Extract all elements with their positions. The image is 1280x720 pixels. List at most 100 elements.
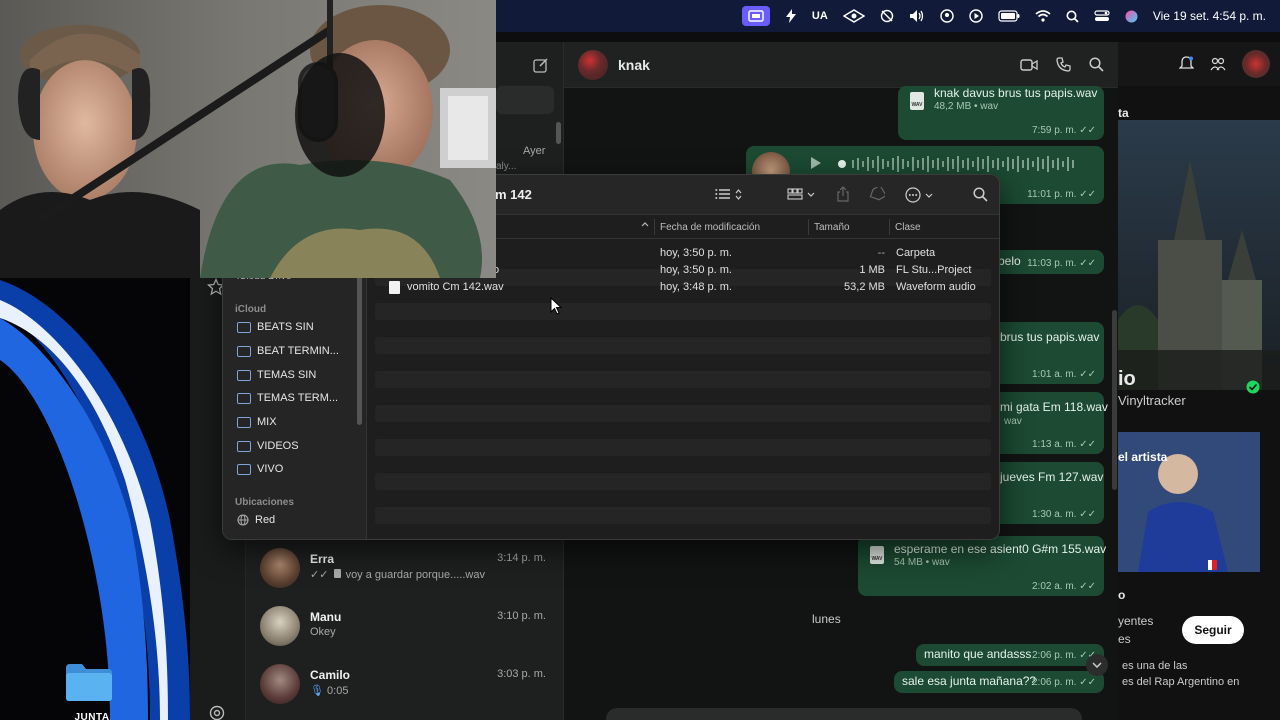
tag-icon[interactable] bbox=[869, 187, 885, 201]
message-file[interactable]: mi gata Em 118.wav wav 1:13 a. m. ✓✓ bbox=[990, 392, 1108, 454]
screen-record-icon[interactable] bbox=[741, 6, 770, 26]
sidebar-item-temas-term[interactable]: TEMAS TERM... bbox=[237, 392, 338, 404]
keyboard-layout-indicator[interactable]: UA bbox=[812, 6, 828, 26]
volume-icon[interactable] bbox=[909, 6, 925, 26]
message-body: belo bbox=[998, 254, 1021, 268]
wav-file-icon bbox=[870, 546, 884, 564]
more-actions-icon[interactable] bbox=[905, 187, 933, 203]
sidebar-item-label: VIVO bbox=[257, 463, 284, 475]
sidebar-item-label: Red bbox=[255, 514, 276, 526]
file-modified: hoy, 3:48 p. m. bbox=[660, 281, 732, 293]
menubar-clock[interactable]: Vie 19 set. 4:54 p. m. bbox=[1153, 6, 1266, 26]
message-text[interactable]: manito que andasss 2:06 p. m. ✓✓ bbox=[916, 644, 1104, 666]
column-divider bbox=[654, 219, 655, 235]
sidebar-item-vivo[interactable]: VIVO bbox=[237, 463, 283, 475]
sidebar-item-label: TEMAS TERM... bbox=[257, 392, 339, 404]
message-text[interactable]: belo 11:03 p. m. ✓✓ bbox=[990, 250, 1104, 274]
contact-avatar[interactable] bbox=[578, 49, 608, 80]
about-artist-card[interactable]: el artista bbox=[1118, 432, 1260, 572]
sidebar-item-beat-termin[interactable]: BEAT TERMIN... bbox=[237, 345, 339, 357]
sidebar-item-label: MIX bbox=[257, 416, 277, 428]
notifications-icon[interactable] bbox=[1179, 56, 1194, 72]
bolt-icon[interactable] bbox=[785, 6, 797, 26]
message-file[interactable]: brus tus papis.wav 1:01 a. m. ✓✓ bbox=[990, 322, 1104, 384]
chat-item-erra[interactable]: Erra ✓✓ voy a guardar porque.....wav 3:1… bbox=[258, 544, 554, 598]
message-time: 2:02 a. m. ✓✓ bbox=[1031, 581, 1096, 592]
day-separator: lunes bbox=[812, 612, 841, 626]
message-file[interactable]: esperame en ese asient0 G#m 155.wav 54 M… bbox=[858, 536, 1106, 596]
microphone-icon: 🎙 bbox=[310, 685, 324, 697]
desktop-folder-icon[interactable] bbox=[64, 662, 114, 702]
battery-icon[interactable] bbox=[998, 6, 1020, 26]
column-header-kind[interactable]: Clase bbox=[895, 222, 921, 233]
message-file[interactable]: knak davus brus tus papis.wav 48,2 MB • … bbox=[898, 86, 1104, 140]
chat-name: Camilo bbox=[310, 668, 351, 682]
share-icon[interactable] bbox=[837, 186, 849, 202]
profile-avatar[interactable] bbox=[1242, 50, 1270, 78]
message-file[interactable]: jueves Fm 127.wav 1:30 a. m. ✓✓ bbox=[990, 462, 1104, 524]
audio-file-icon bbox=[389, 281, 400, 294]
chat-preview-text: 0:05 bbox=[327, 685, 349, 697]
spotlight-search-icon[interactable] bbox=[1066, 6, 1079, 26]
folder-icon bbox=[237, 321, 251, 333]
chat-name: Manu bbox=[310, 610, 342, 624]
sync-icon[interactable] bbox=[842, 6, 865, 26]
chat-scrollbar[interactable] bbox=[1112, 310, 1117, 490]
finder-search-icon[interactable] bbox=[973, 187, 988, 202]
focus-icon[interactable] bbox=[880, 6, 894, 26]
settings-icon[interactable] bbox=[208, 704, 226, 720]
sidebar-item-videos[interactable]: VIDEOS bbox=[237, 440, 299, 452]
desktop-folder-label[interactable]: JUNTA bbox=[52, 712, 132, 720]
finder-sidebar-scrollbar[interactable] bbox=[357, 255, 362, 425]
message-input[interactable] bbox=[606, 708, 1082, 720]
friends-icon[interactable] bbox=[1210, 57, 1226, 71]
play-icon[interactable] bbox=[810, 156, 822, 170]
sort-chevron-icon[interactable] bbox=[641, 222, 649, 227]
artist-header-image bbox=[1118, 120, 1280, 390]
avatar bbox=[260, 548, 300, 588]
follow-button[interactable]: Seguir bbox=[1182, 616, 1244, 644]
column-header-modified[interactable]: Fecha de modificación bbox=[660, 222, 760, 233]
play-icon[interactable] bbox=[969, 6, 983, 26]
column-divider bbox=[808, 219, 809, 235]
user-icon[interactable] bbox=[940, 6, 954, 26]
file-name: mi gata Em 118.wav bbox=[1000, 400, 1108, 414]
control-center-icon[interactable] bbox=[1094, 6, 1110, 26]
file-size: 53,2 MB bbox=[844, 281, 885, 293]
file-size: -- bbox=[877, 247, 885, 259]
message-time: 1:01 a. m. ✓✓ bbox=[1031, 369, 1096, 380]
message-time: 1:30 a. m. ✓✓ bbox=[1031, 509, 1096, 520]
folder-icon bbox=[237, 392, 251, 404]
sidebar-item-network[interactable]: Red bbox=[237, 514, 275, 526]
new-chat-icon[interactable] bbox=[533, 57, 549, 73]
video-call-icon[interactable] bbox=[1020, 58, 1038, 72]
contact-name[interactable]: knak bbox=[618, 57, 650, 73]
artist-bio-line-2: es del Rap Argentino en bbox=[1122, 676, 1240, 688]
voice-waveform[interactable] bbox=[838, 154, 1088, 174]
mouse-cursor-icon bbox=[550, 297, 562, 315]
sidebar-item-beats-sin[interactable]: BEATS SIN bbox=[237, 321, 314, 333]
avatar bbox=[260, 606, 300, 646]
sidebar-item-mix[interactable]: MIX bbox=[237, 416, 277, 428]
sidebar-heading-locations: Ubicaciones bbox=[235, 497, 294, 508]
menubar: UA Vie 19 set. 4:54 p. m. bbox=[496, 0, 1280, 32]
scroll-down-button[interactable] bbox=[1086, 654, 1108, 676]
chat-list-scrollbar[interactable] bbox=[556, 122, 561, 144]
chat-search-box[interactable] bbox=[496, 86, 554, 114]
list-view-icon[interactable] bbox=[715, 188, 742, 200]
siri-icon[interactable] bbox=[1125, 6, 1138, 26]
column-header-size[interactable]: Tamaño bbox=[814, 222, 850, 233]
chat-preview: Okey bbox=[310, 626, 336, 638]
chat-item-manu[interactable]: Manu Okey 3:10 p. m. bbox=[258, 602, 554, 656]
group-icon[interactable] bbox=[787, 188, 815, 200]
wifi-icon[interactable] bbox=[1035, 6, 1051, 26]
chat-search-icon[interactable] bbox=[1089, 57, 1104, 72]
sidebar-item-temas-sin[interactable]: TEMAS SIN bbox=[237, 369, 316, 381]
message-text[interactable]: sale esa junta mañana?? 2:06 p. m. ✓✓ bbox=[894, 671, 1104, 693]
phone-call-icon[interactable] bbox=[1056, 57, 1071, 72]
monthly-listeners: yentes bbox=[1118, 614, 1154, 628]
folder-icon bbox=[237, 440, 251, 452]
file-row[interactable]: vomito Cm 142.wav hoy, 3:48 p. m. 53,2 M… bbox=[375, 279, 995, 296]
chat-time: 3:03 p. m. bbox=[497, 668, 546, 680]
chat-item-camilo[interactable]: Camilo 🎙 0:05 3:03 p. m. bbox=[258, 660, 554, 714]
